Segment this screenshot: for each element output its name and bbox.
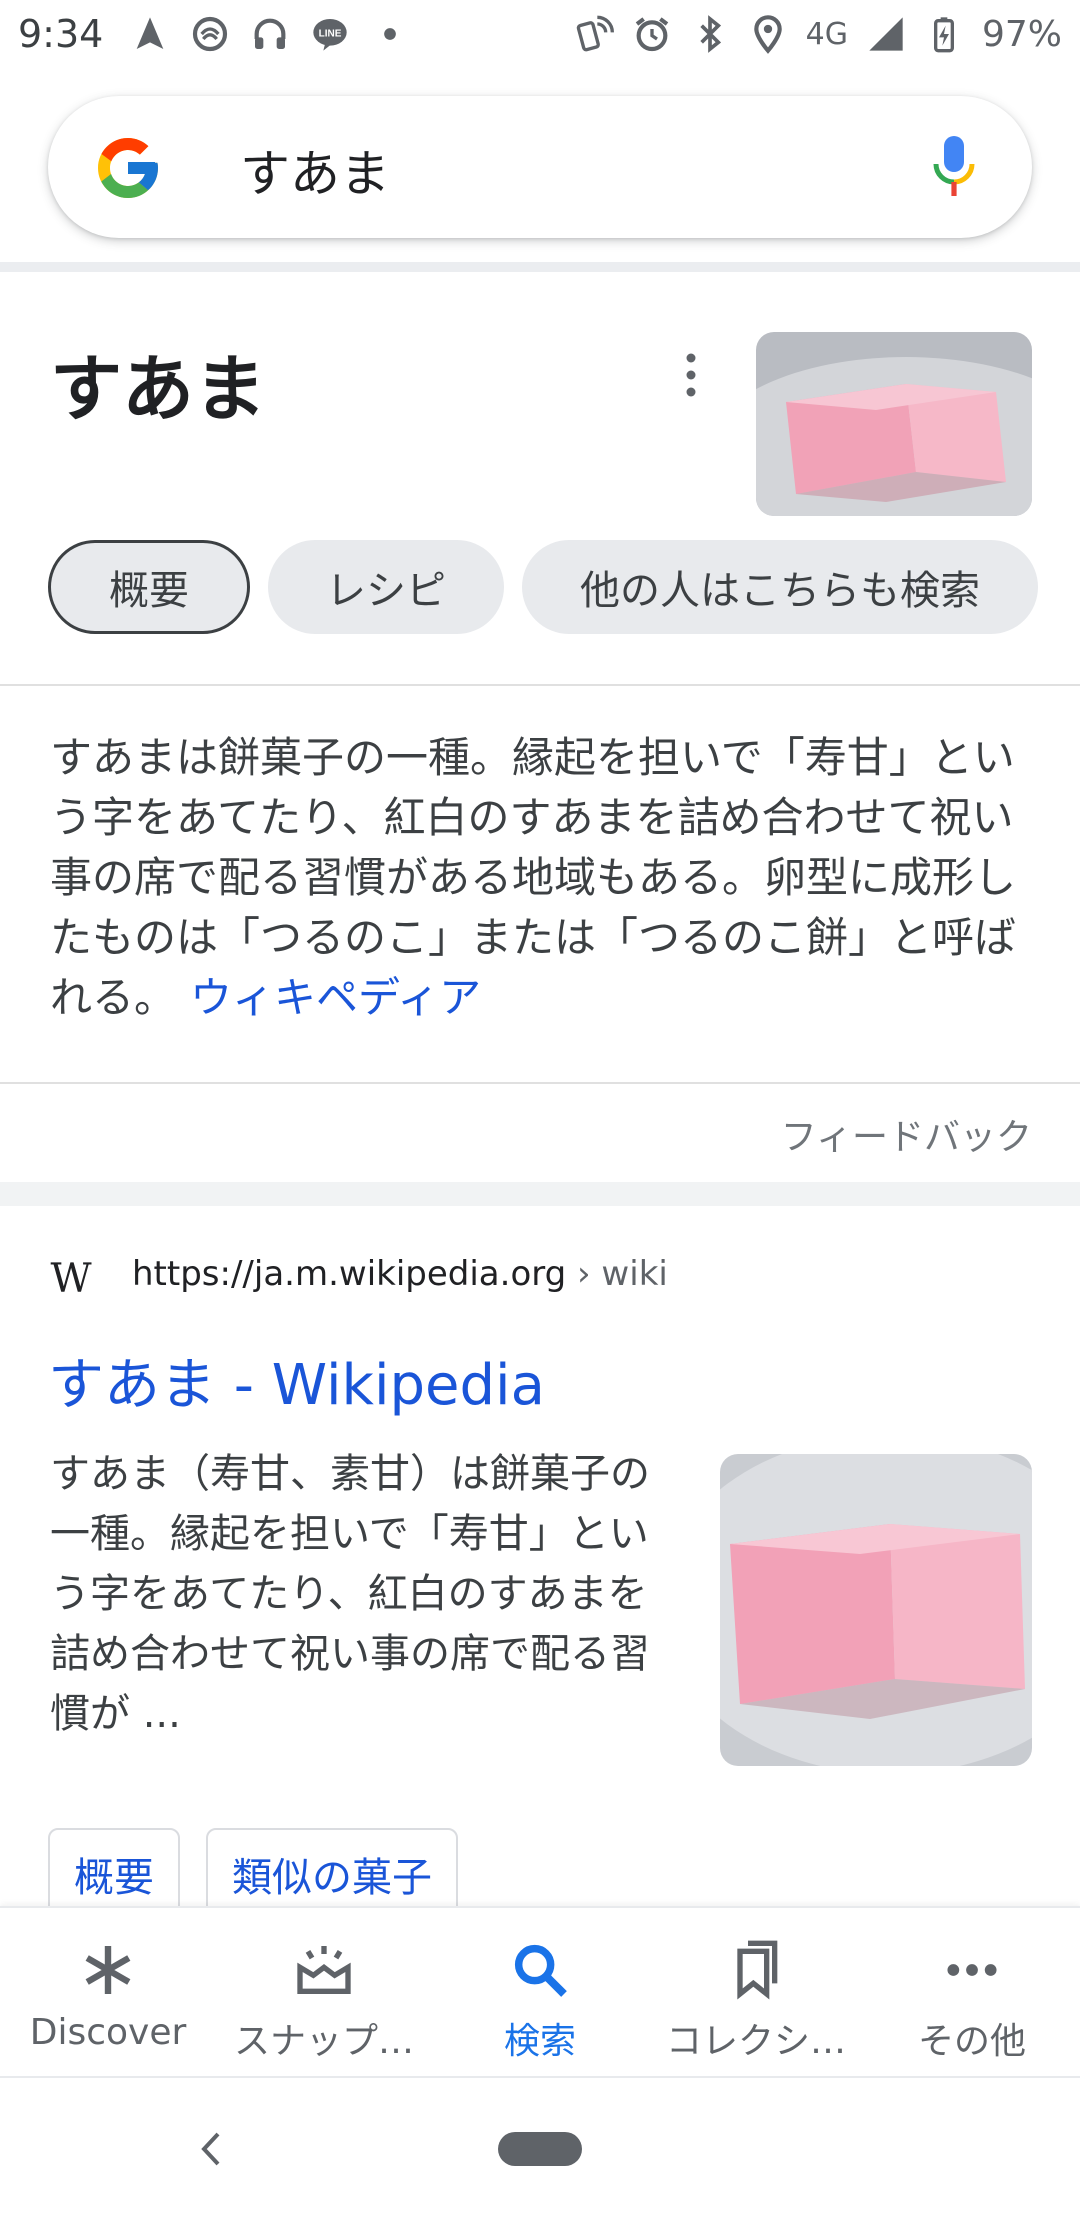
knowledge-panel-description: すあまは餅菓子の一種。縁起を担いで「寿甘」という字をあてたり、紅白のすあまを詰め…: [50, 728, 1040, 1028]
nav-search-label: 検索: [503, 2021, 576, 2062]
nav-collections[interactable]: コレクシ…: [648, 1908, 864, 2078]
chip-people-also-search[interactable]: 他の人はこちらも検索: [522, 540, 1038, 634]
alarm-icon: [632, 12, 672, 56]
signal-icon: [866, 12, 906, 56]
google-logo-icon: [92, 132, 164, 204]
search-bar[interactable]: すあま: [48, 96, 1032, 238]
result-domain: https://ja.m.wikipedia.org: [132, 1254, 567, 1294]
nav-collections-label: コレクシ…: [665, 2021, 846, 2062]
bottom-navigation: Discover スナップ… 検索 コレクシ… その他: [0, 1906, 1080, 2078]
nfc-icon: [574, 12, 614, 56]
search-input[interactable]: すあま: [240, 134, 390, 206]
more-horizontal-icon: [947, 1964, 997, 1976]
home-pill-button[interactable]: [498, 2132, 582, 2166]
wallet-icon: [190, 12, 230, 56]
system-navigation-bar: [0, 2076, 1080, 2222]
result-breadcrumb: › wiki: [577, 1254, 668, 1294]
battery-icon: [924, 12, 964, 56]
wikipedia-favicon-icon: W: [50, 1256, 92, 1302]
chip-overview[interactable]: 概要: [48, 540, 250, 634]
chips-divider: [0, 684, 1080, 686]
back-chevron-icon[interactable]: [196, 2124, 226, 2174]
chip-recipe[interactable]: レシピ: [268, 540, 504, 634]
more-vert-icon[interactable]: [676, 350, 706, 400]
status-right-icons: 4G 97%: [574, 12, 1062, 56]
location-icon: [748, 12, 788, 56]
microphone-icon[interactable]: [930, 132, 978, 204]
collections-icon: [737, 1940, 778, 2000]
wikipedia-source-link[interactable]: ウィキペディア: [190, 973, 481, 1022]
dot-icon: [370, 12, 410, 56]
headset-icon: [250, 12, 290, 56]
description-divider: [0, 1082, 1080, 1084]
nav-snapshot-label: スナップ…: [233, 2021, 414, 2062]
result-snippet: すあま（寿甘、素甘）は餅菓子の一種。縁起を担いで「寿甘」という字をあてたり、紅白…: [50, 1451, 650, 1737]
nav-discover[interactable]: Discover: [0, 1908, 216, 2078]
knowledge-panel-chips: 概要 レシピ 他の人はこちらも検索: [48, 540, 1038, 634]
nav-discover-label: Discover: [29, 2012, 187, 2053]
result-url[interactable]: https://ja.m.wikipedia.org › wiki: [132, 1254, 668, 1294]
snapshot-icon: [297, 1946, 351, 1994]
header-divider: [0, 262, 1080, 272]
result-thumbnail[interactable]: [720, 1454, 1032, 1766]
status-time: 9:34: [18, 12, 104, 56]
bluetooth-icon: [690, 12, 730, 56]
svg-text:LINE: LINE: [319, 29, 342, 40]
nav-more[interactable]: その他: [864, 1908, 1080, 2078]
knowledge-panel-title: すあま: [50, 347, 267, 431]
knowledge-panel-image[interactable]: [756, 332, 1032, 516]
asterisk-icon: [85, 1946, 131, 1994]
status-left-icons: LINE: [130, 12, 410, 56]
section-separator: [0, 1182, 1080, 1206]
navigation-icon: [130, 12, 170, 56]
result-title-link[interactable]: すあま - Wikipedia: [48, 1340, 545, 1421]
battery-percent: 97%: [981, 13, 1062, 55]
nav-search[interactable]: 検索: [432, 1908, 648, 2078]
nav-more-label: その他: [917, 2021, 1026, 2062]
status-bar: 9:34 LINE 4G 97%: [0, 0, 1080, 72]
feedback-link[interactable]: フィードバック: [781, 1108, 1032, 1160]
search-icon: [514, 1944, 567, 1997]
line-app-icon: LINE: [310, 12, 350, 56]
network-type: 4G: [805, 16, 848, 52]
nav-snapshot[interactable]: スナップ…: [216, 1908, 432, 2078]
